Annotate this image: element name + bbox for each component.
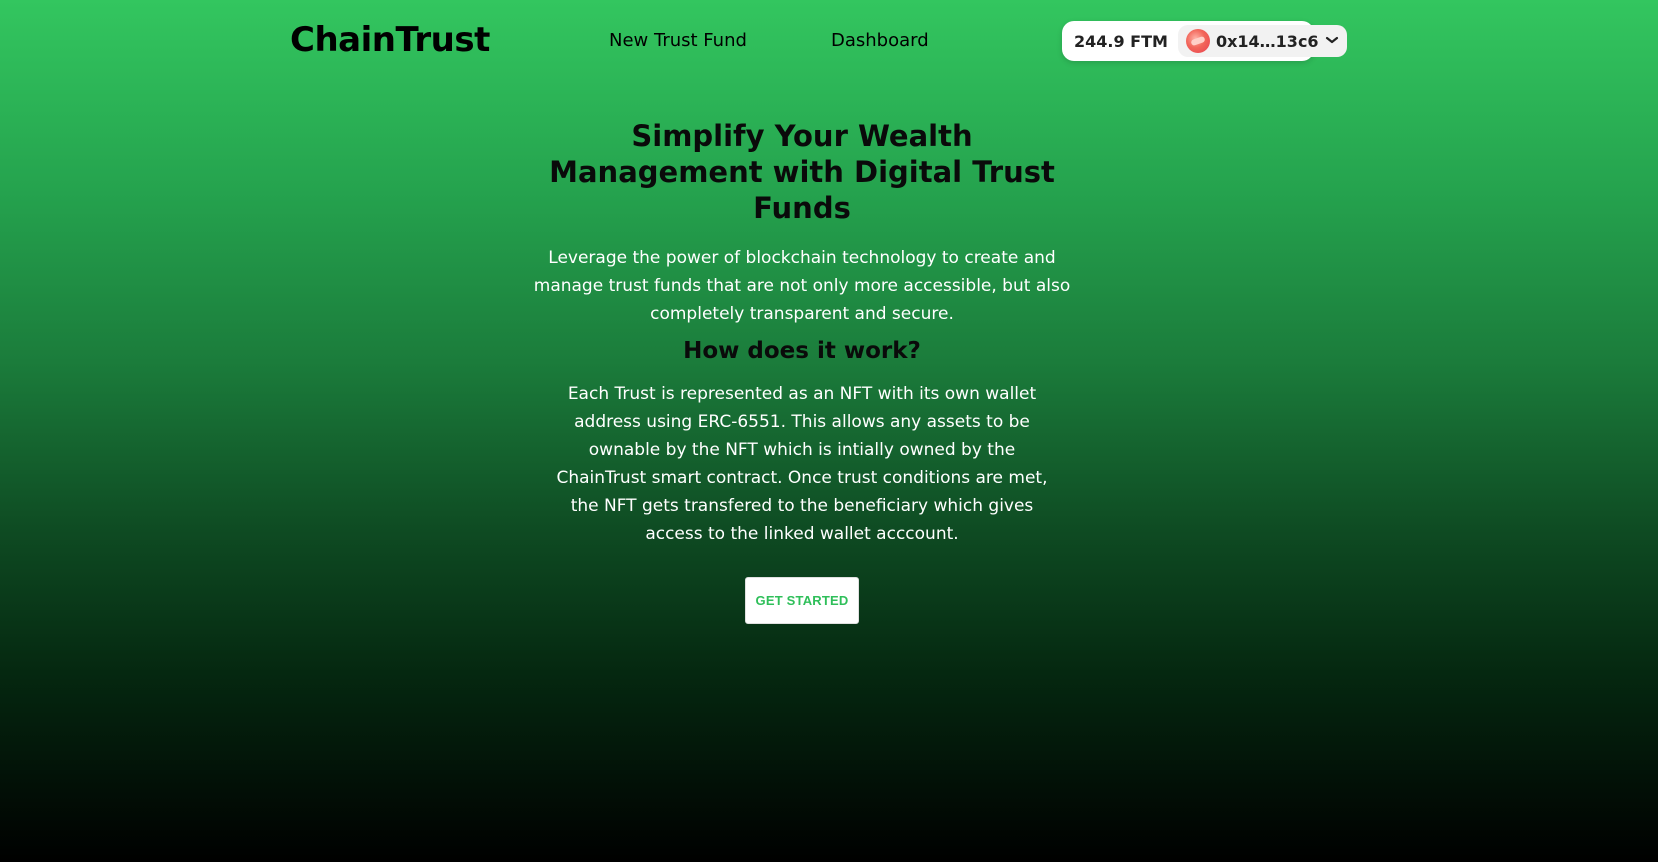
- nav-link-new-trust-fund[interactable]: New Trust Fund: [609, 30, 747, 51]
- hero-subtitle: Leverage the power of blockchain technol…: [533, 248, 1071, 324]
- how-it-works-section: How does it work? Each Trust is represen…: [529, 338, 1075, 548]
- get-started-button[interactable]: GET STARTED: [745, 577, 859, 624]
- chevron-down-icon[interactable]: [1325, 33, 1339, 49]
- nav-link-dashboard[interactable]: Dashboard: [831, 30, 929, 51]
- wallet-widget[interactable]: 244.9 FTM 0x14…13c6: [1062, 21, 1347, 61]
- hero-section: Simplify Your Wealth Management with Dig…: [529, 118, 1075, 328]
- how-it-works-title: How does it work?: [683, 338, 921, 364]
- navbar: ChainTrust New Trust Fund Dashboard 244.…: [0, 0, 1658, 82]
- wallet-address: 0x14…13c6: [1215, 31, 1319, 51]
- account-button[interactable]: 0x14…13c6: [1177, 25, 1347, 57]
- how-it-works-text: Each Trust is represented as an NFT with…: [556, 384, 1048, 544]
- avatar-icon: [1185, 29, 1210, 53]
- hero-title: Simplify Your Wealth Management with Dig…: [549, 119, 1055, 225]
- wallet-balance: 244.9 FTM: [1074, 31, 1168, 51]
- logo[interactable]: ChainTrust: [290, 20, 490, 60]
